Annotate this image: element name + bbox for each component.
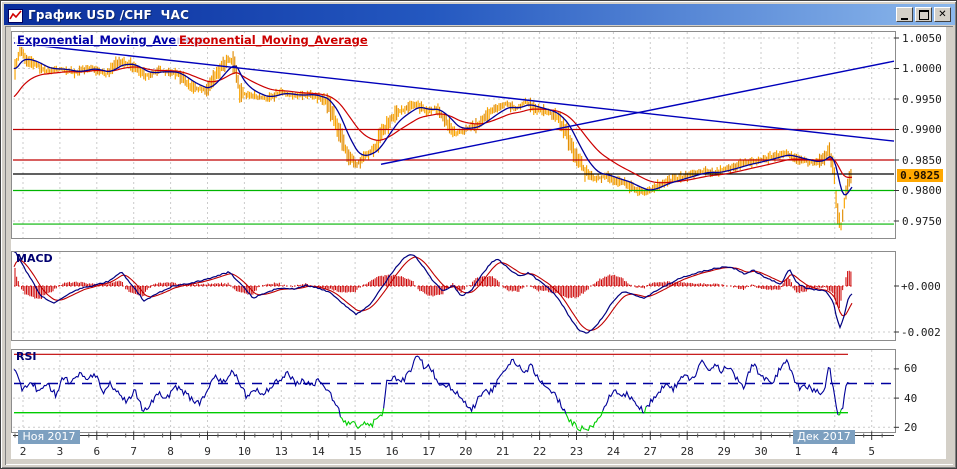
day-label: 2 bbox=[19, 445, 27, 458]
ema-red-label[interactable]: Exponential_Moving_Average bbox=[177, 33, 370, 47]
application-window: График USD /CHF ЧАС ✕ Exponential_Moving… bbox=[0, 0, 957, 469]
price-axis-label: 1.0000 bbox=[902, 62, 942, 75]
current-price-badge: 0.9825 bbox=[897, 168, 943, 182]
macd-chart[interactable] bbox=[11, 251, 896, 341]
month-badge-nov: Ноя 2017 bbox=[18, 430, 80, 444]
time-axis bbox=[13, 431, 894, 440]
rsi-label: RSI bbox=[16, 350, 37, 363]
day-label: 15 bbox=[348, 445, 362, 458]
day-label: 23 bbox=[569, 445, 584, 458]
maximize-icon bbox=[918, 9, 929, 20]
price-axis-ticks bbox=[894, 37, 899, 428]
window-controls: ✕ bbox=[894, 7, 951, 22]
macd-label: MACD bbox=[16, 252, 53, 265]
minimize-button[interactable] bbox=[896, 7, 913, 22]
rsi-chart[interactable] bbox=[11, 349, 896, 433]
rsi-axis-label: 60 bbox=[904, 362, 918, 376]
macd-axis-label: -0.002 bbox=[901, 325, 941, 339]
day-label: 21 bbox=[496, 445, 510, 458]
day-label: 27 bbox=[643, 445, 657, 458]
right-frame-strip bbox=[946, 27, 953, 463]
price-chart[interactable] bbox=[11, 31, 896, 239]
price-axis-label: 0.9750 bbox=[902, 214, 942, 228]
day-label: 22 bbox=[532, 445, 547, 458]
macd-axis-label: +0.000 bbox=[901, 279, 941, 293]
day-label: 3 bbox=[56, 445, 64, 458]
day-label: 29 bbox=[717, 445, 731, 458]
price-axis-label: 0.9850 bbox=[902, 153, 942, 167]
day-label: 30 bbox=[754, 445, 768, 458]
day-label: 8 bbox=[167, 445, 174, 458]
close-button[interactable]: ✕ bbox=[934, 7, 951, 22]
day-label: 28 bbox=[680, 445, 694, 458]
maximize-button[interactable] bbox=[915, 7, 932, 22]
day-label: 4 bbox=[831, 445, 839, 458]
close-icon: ✕ bbox=[938, 8, 947, 20]
day-label: 17 bbox=[422, 445, 436, 458]
bottom-frame-strip bbox=[6, 459, 953, 464]
day-label: 1 bbox=[794, 445, 802, 458]
day-label: 6 bbox=[93, 445, 101, 458]
price-axis-label: 1.0050 bbox=[902, 31, 942, 45]
month-badge-dec: Дек 2017 bbox=[793, 430, 855, 444]
price-axis-label: 0.9950 bbox=[902, 92, 942, 106]
day-label: 24 bbox=[606, 445, 621, 458]
window-title: График USD /CHF ЧАС bbox=[28, 7, 190, 22]
rsi-axis-label: 40 bbox=[904, 391, 918, 405]
day-label: 16 bbox=[385, 445, 399, 458]
day-label: 10 bbox=[237, 445, 252, 458]
price-axis-label: 0.9800 bbox=[902, 184, 942, 197]
rsi-axis-label: 20 bbox=[904, 420, 918, 434]
day-label: 5 bbox=[868, 445, 875, 458]
price-axis-label: 0.9900 bbox=[902, 123, 942, 136]
day-label: 20 bbox=[459, 445, 473, 458]
day-label: 9 bbox=[204, 445, 211, 458]
day-label: 13 bbox=[274, 445, 288, 458]
minimize-icon bbox=[901, 17, 908, 20]
day-label: 14 bbox=[311, 445, 325, 458]
line-chart-icon bbox=[8, 8, 23, 23]
day-label: 7 bbox=[130, 445, 137, 458]
title-bar[interactable]: График USD /CHF ЧАС ✕ bbox=[4, 4, 955, 25]
